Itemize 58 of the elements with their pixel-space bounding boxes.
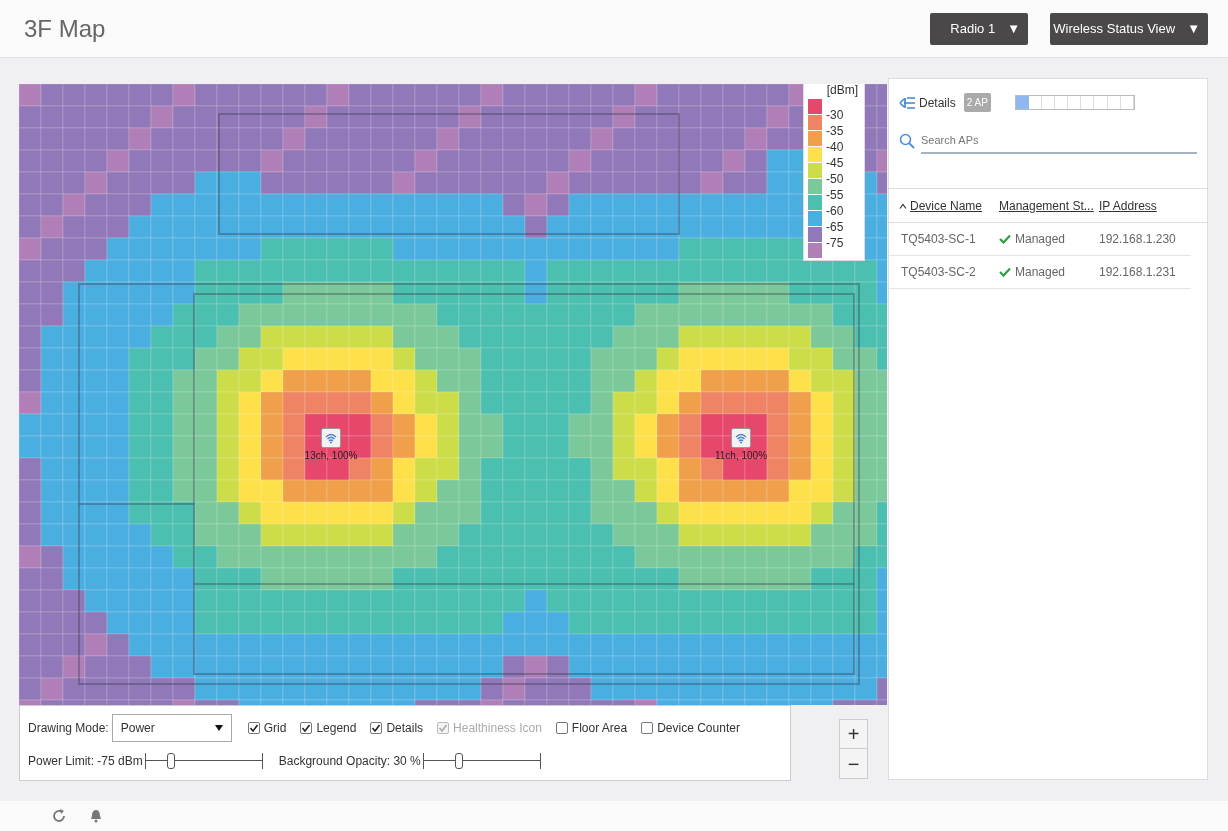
slider-label: Power Limit: -75 dBm xyxy=(28,753,143,770)
access-point-icon[interactable] xyxy=(321,428,341,448)
checkbox-label: Details xyxy=(386,720,424,737)
checkbox[interactable] xyxy=(370,722,383,734)
check-icon xyxy=(999,234,1011,244)
checkbox-label: Healthiness Icon xyxy=(453,720,542,737)
search-icon xyxy=(899,133,915,149)
count-badge: 2 AP xyxy=(963,93,991,112)
table-cell-text: Managed xyxy=(1015,264,1066,281)
slider-label: Background Opacity: 30 % xyxy=(278,753,421,770)
check-icon xyxy=(999,267,1011,277)
legend-label: -40 xyxy=(826,139,844,155)
caret-icon: ▼ xyxy=(1187,18,1200,39)
checkbox[interactable] xyxy=(555,722,568,734)
drawing-mode-select[interactable]: Power xyxy=(111,714,232,742)
column-header[interactable]: Management St... xyxy=(999,196,1094,215)
slider[interactable] xyxy=(422,753,541,769)
column-header[interactable]: Device Name xyxy=(899,196,983,215)
table-cell-text: Managed xyxy=(1015,231,1066,248)
access-point-label: 11ch, 100% xyxy=(714,449,768,463)
legend-label: -30 xyxy=(826,107,844,123)
checkbox-label: Device Counter xyxy=(657,720,740,737)
checkbox-label: Legend xyxy=(316,720,357,737)
access-point-icon[interactable] xyxy=(731,428,751,448)
legend-label: -50 xyxy=(826,171,844,187)
dropdown-button[interactable]: Wireless Status View ▼ xyxy=(1050,12,1208,45)
bell-icon xyxy=(90,809,102,823)
page-title: 3F Map xyxy=(24,13,107,44)
table-cell-text: TQ5403-SC-1 xyxy=(901,231,977,248)
dropdown-button[interactable]: Radio 1 ▼ xyxy=(930,12,1028,45)
legend-label: -45 xyxy=(826,155,844,171)
search-field[interactable]: Search APs xyxy=(921,128,1197,154)
collapse-icon xyxy=(899,96,915,109)
legend-unit: [dBm] xyxy=(825,84,859,99)
legend-label: -65 xyxy=(826,219,844,235)
checkbox-label: Grid xyxy=(263,720,287,737)
legend-label: -60 xyxy=(826,203,844,219)
checkbox[interactable] xyxy=(247,722,260,734)
legend-label: -55 xyxy=(826,187,844,203)
slider-thumb[interactable] xyxy=(167,753,176,769)
caret-icon: ▼ xyxy=(1007,18,1020,39)
refresh-icon xyxy=(52,809,66,823)
table-cell-text: 192.168.1.231 xyxy=(1099,264,1176,281)
drawing-mode-label: Drawing Mode: xyxy=(28,720,109,737)
table-cell-text: TQ5403-SC-2 xyxy=(901,264,977,281)
legend-label: -75 xyxy=(826,235,844,251)
checkbox[interactable] xyxy=(641,722,654,734)
access-point-label: 13ch, 100% xyxy=(304,449,358,463)
legend-label: -35 xyxy=(826,123,844,139)
checkbox[interactable] xyxy=(300,722,313,734)
details-button[interactable]: Details xyxy=(899,93,956,112)
checkbox-label: Floor Area xyxy=(571,720,628,737)
caret-icon xyxy=(214,725,223,731)
table-cell-text: 192.168.1.230 xyxy=(1099,231,1176,248)
slider[interactable] xyxy=(144,753,263,769)
column-header[interactable]: IP Address xyxy=(1099,196,1157,215)
sort-icon xyxy=(899,202,907,209)
slider-thumb[interactable] xyxy=(454,753,463,769)
